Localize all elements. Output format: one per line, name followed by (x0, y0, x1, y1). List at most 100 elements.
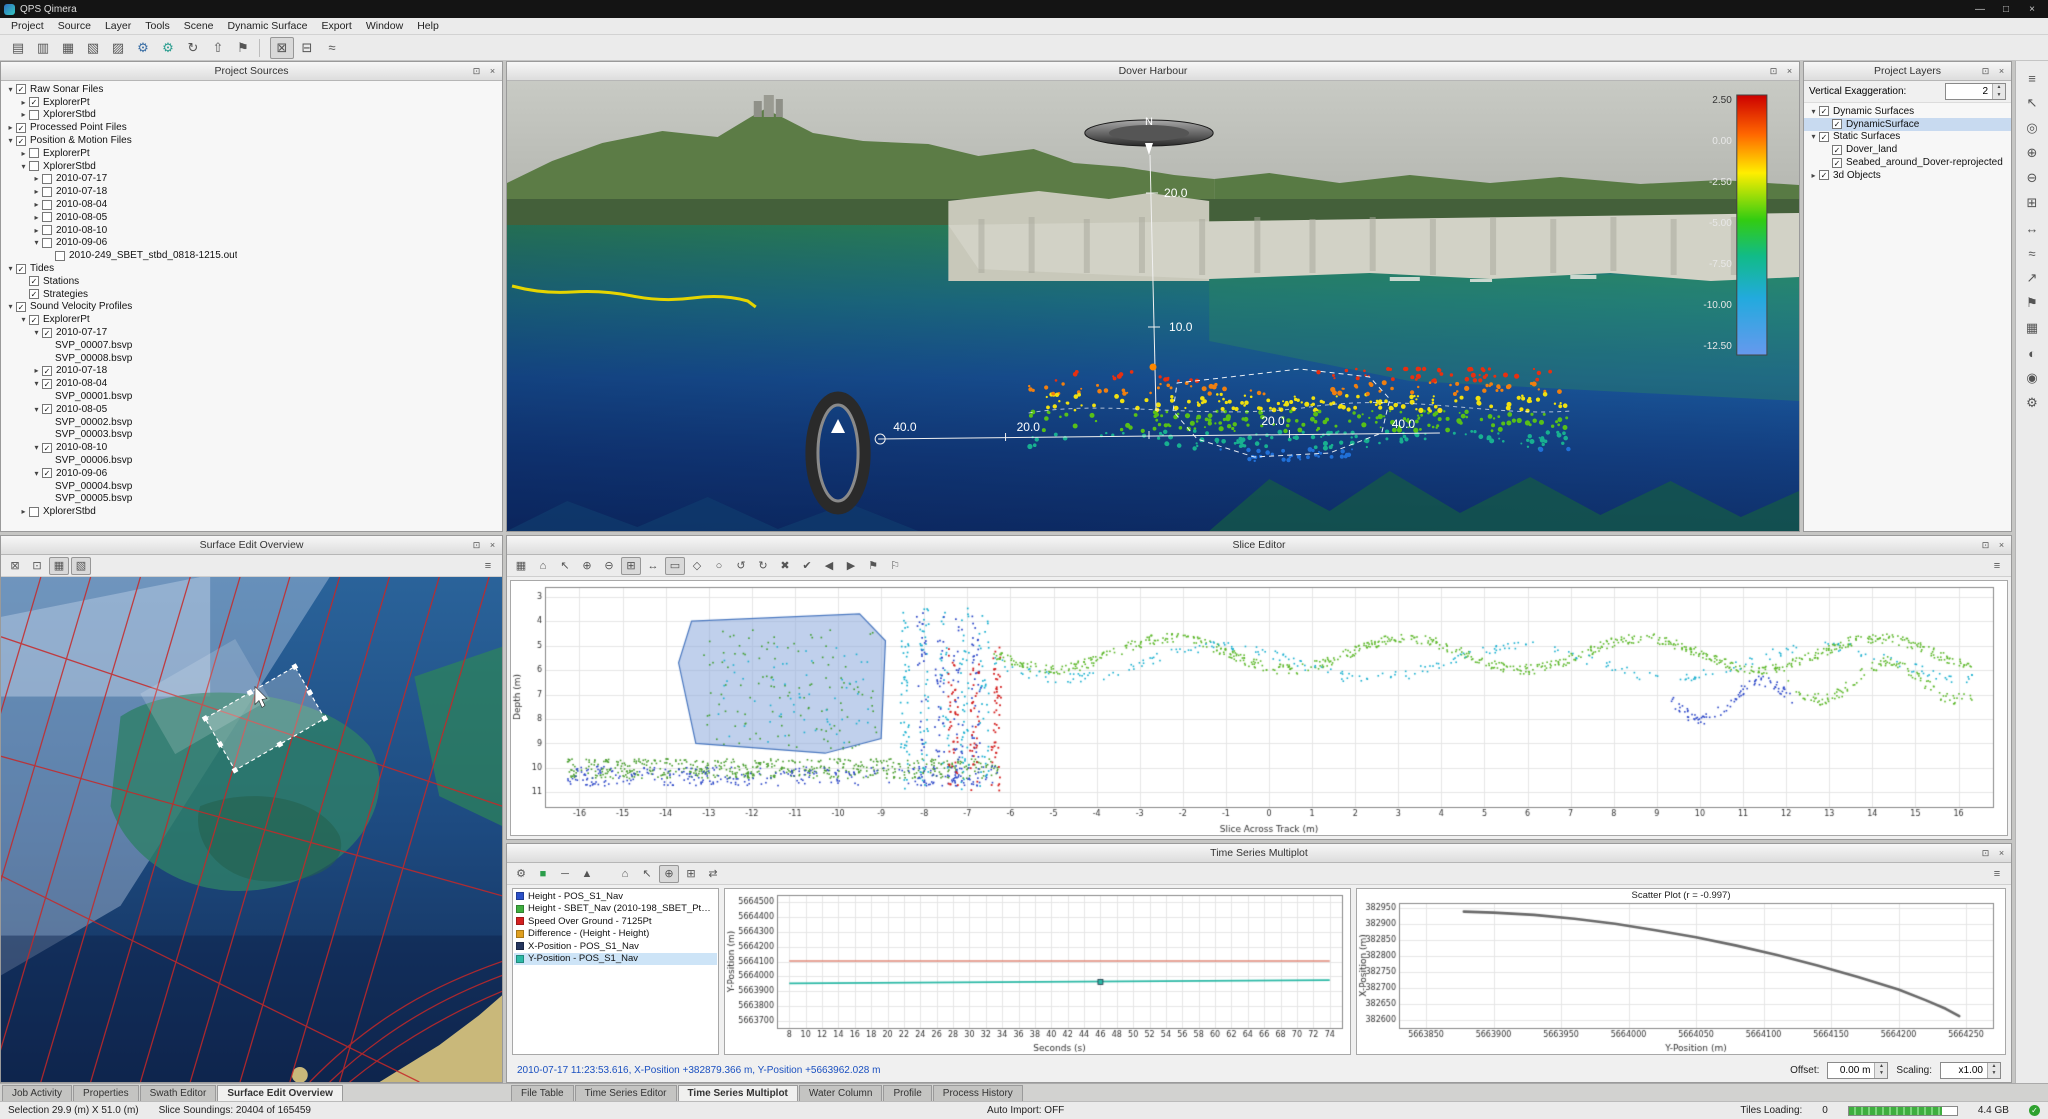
measure-tool-icon[interactable]: ↗ (2020, 267, 2044, 289)
checkbox[interactable]: ✓ (16, 84, 26, 94)
point-display-icon[interactable]: ■ (533, 865, 553, 883)
tree-item-svp-00008-bsvp[interactable]: SVP_00008.bsvp (1, 352, 502, 365)
zoom-window-icon[interactable]: ⊞ (681, 865, 701, 883)
collapse-icon[interactable]: ▾ (5, 264, 16, 273)
spin-up-icon[interactable]: ▲ (1875, 1063, 1887, 1071)
orbit-mode-icon[interactable]: ◎ (2020, 117, 2044, 139)
checkbox[interactable] (42, 212, 52, 222)
tree-item-tides[interactable]: ▾✓Tides (1, 262, 502, 275)
offset-spinner[interactable]: 0.00 m ▲▼ (1827, 1062, 1888, 1079)
minimize-button[interactable]: — (1968, 4, 1992, 15)
checkbox[interactable]: ✓ (29, 276, 39, 286)
pointer-icon[interactable]: ↖ (555, 557, 575, 575)
explore-mode-icon[interactable]: ↖ (2020, 92, 2044, 114)
checkbox[interactable] (29, 507, 39, 517)
checkbox[interactable]: ✓ (42, 366, 52, 376)
tab-time-series-editor[interactable]: Time Series Editor (575, 1085, 677, 1101)
expand-icon[interactable]: ▸ (18, 149, 29, 158)
selection-tool-icon[interactable]: ⊡ (27, 557, 47, 575)
close-icon[interactable]: × (486, 66, 499, 76)
marker-display-icon[interactable]: ▲ (577, 865, 597, 883)
checkbox[interactable]: ✓ (16, 136, 26, 146)
pan-icon[interactable]: ↔ (2020, 217, 2044, 239)
expand-icon[interactable]: ▸ (1808, 171, 1819, 180)
tree-item-2010-249-sbet-stbd-0818-1215-out[interactable]: 2010-249_SBET_stbd_0818-1215.out (1, 249, 502, 262)
collapse-icon[interactable]: ▾ (1808, 107, 1819, 116)
expand-icon[interactable]: ▸ (31, 187, 42, 196)
pointer-icon[interactable]: ↖ (637, 865, 657, 883)
tab-swath-editor[interactable]: Swath Editor (140, 1085, 217, 1101)
checkbox[interactable]: ✓ (42, 328, 52, 338)
vertical-exaggeration-spinner[interactable]: 2 ▲▼ (1945, 83, 2006, 100)
menu-tools[interactable]: Tools (138, 19, 177, 33)
select-lasso-icon[interactable]: ○ (709, 557, 729, 575)
line-display-icon[interactable]: ─ (555, 865, 575, 883)
undock-icon[interactable]: ⊡ (1979, 66, 1992, 77)
checkbox[interactable]: ✓ (29, 97, 39, 107)
collapse-icon[interactable]: ▾ (1808, 132, 1819, 141)
legend-item-y-position-pos-s1-nav[interactable]: Y-Position - POS_S1_Nav (514, 953, 717, 966)
zoom-out-icon[interactable]: ⊖ (2020, 167, 2044, 189)
add-raw-sonar-files-icon[interactable]: ▤ (6, 37, 30, 59)
import-svp-icon[interactable]: ▨ (106, 37, 130, 59)
menu-export[interactable]: Export (314, 19, 358, 33)
plot-settings-icon[interactable]: ⚙ (511, 865, 531, 883)
reject-soundings-icon[interactable]: ✖ (775, 557, 795, 575)
expand-icon[interactable]: ▸ (5, 123, 16, 132)
tree-item-seabed-around-dover-reprojected[interactable]: ✓Seabed_around_Dover-reprojected (1804, 156, 2011, 169)
legend-item-speed-over-ground-7125pt[interactable]: Speed Over Ground - 7125Pt (514, 915, 717, 928)
checkbox[interactable]: ✓ (1832, 119, 1842, 129)
camera-view-icon[interactable]: ◉ (2020, 367, 2044, 389)
zoom-icon[interactable]: ⊕ (659, 865, 679, 883)
tree-item-svp-00003-bsvp[interactable]: SVP_00003.bsvp (1, 429, 502, 442)
checkbox[interactable] (55, 251, 65, 261)
show-shading-icon[interactable]: ▧ (71, 557, 91, 575)
tree-item-stations[interactable]: ✓Stations (1, 275, 502, 288)
scene-settings-icon[interactable]: ⚙ (2020, 392, 2044, 414)
tab-process-history[interactable]: Process History (933, 1085, 1023, 1101)
legend-item-difference-height-height[interactable]: Difference - (Height - Height) (514, 928, 717, 941)
tree-item-2010-07-17[interactable]: ▸2010-07-17 (1, 173, 502, 186)
spin-down-icon[interactable]: ▼ (1875, 1070, 1887, 1078)
tree-item-2010-09-06[interactable]: ▾✓2010-09-06 (1, 467, 502, 480)
checkbox[interactable]: ✓ (1819, 106, 1829, 116)
slice-plot-canvas[interactable] (511, 581, 2007, 835)
import-tides-icon[interactable]: ▧ (81, 37, 105, 59)
tree-item-raw-sonar-files[interactable]: ▾✓Raw Sonar Files (1, 83, 502, 96)
shading-display-icon[interactable]: ◐ (2020, 342, 2044, 364)
collapse-icon[interactable]: ▾ (31, 443, 42, 452)
menu-window[interactable]: Window (359, 19, 410, 33)
checkbox[interactable] (29, 148, 39, 158)
tree-item-strategies[interactable]: ✓Strategies (1, 288, 502, 301)
select-rectangle-icon[interactable]: ▭ (665, 557, 685, 575)
undo-icon[interactable]: ↺ (731, 557, 751, 575)
tree-item-2010-08-10[interactable]: ▸2010-08-10 (1, 224, 502, 237)
zoom-window-icon[interactable]: ⊞ (2020, 192, 2044, 214)
close-button[interactable]: × (2020, 4, 2044, 15)
maximize-button[interactable]: □ (1994, 4, 2018, 15)
unflag-soundings-icon[interactable]: ⚐ (885, 557, 905, 575)
next-slice-icon[interactable]: ▶ (841, 557, 861, 575)
flag-tool-icon[interactable]: ⚑ (2020, 292, 2044, 314)
menu-help[interactable]: Help (410, 19, 446, 33)
checkbox[interactable] (42, 200, 52, 210)
profile-tool-icon[interactable]: ≈ (2020, 242, 2044, 264)
tree-item-svp-00002-bsvp[interactable]: SVP_00002.bsvp (1, 416, 502, 429)
panel-menu-icon[interactable]: ≡ (1987, 557, 2007, 575)
wobble-analysis-icon[interactable]: ≈ (320, 37, 344, 59)
tree-item-2010-07-17[interactable]: ▾✓2010-07-17 (1, 326, 502, 339)
tree-item-2010-08-05[interactable]: ▾✓2010-08-05 (1, 403, 502, 416)
vertical-exaggeration-value[interactable]: 2 (1946, 84, 1992, 99)
time-series-plot-canvas[interactable] (725, 889, 1350, 1054)
close-icon[interactable]: × (1995, 848, 2008, 858)
tree-item-2010-07-18[interactable]: ▸2010-07-18 (1, 185, 502, 198)
pan-icon[interactable]: ↔ (643, 557, 663, 575)
select-polygon-icon[interactable]: ◇ (687, 557, 707, 575)
previous-slice-icon[interactable]: ◀ (819, 557, 839, 575)
panel-menu-icon[interactable]: ≡ (1987, 865, 2007, 883)
close-icon[interactable]: × (1783, 66, 1796, 76)
tree-item-static-surfaces[interactable]: ▾✓Static Surfaces (1804, 131, 2011, 144)
menu-project[interactable]: Project (4, 19, 51, 33)
scaling-spinner[interactable]: x1.00 ▲▼ (1940, 1062, 2001, 1079)
expand-icon[interactable]: ▸ (31, 174, 42, 183)
